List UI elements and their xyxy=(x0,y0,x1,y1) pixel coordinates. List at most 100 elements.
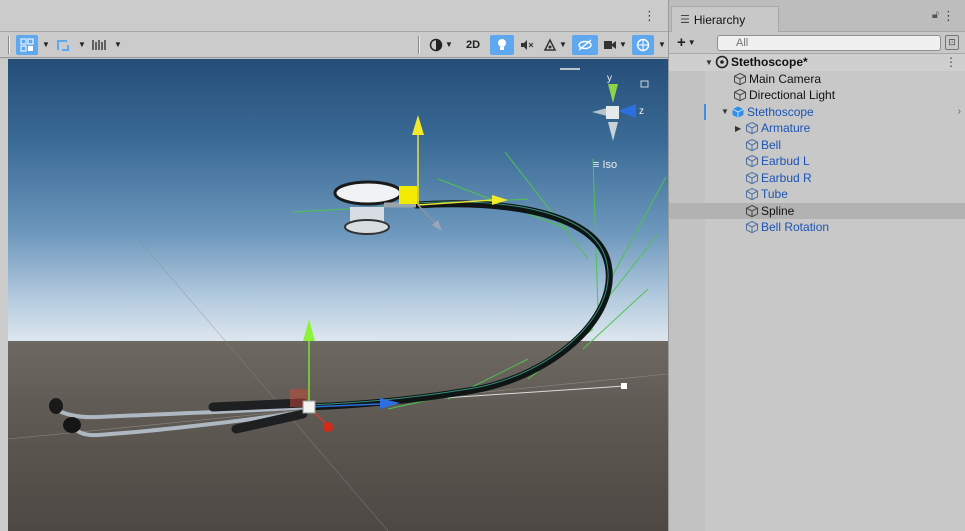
projection-label[interactable]: ≡ Iso xyxy=(593,159,617,171)
item-label: Earbud L xyxy=(761,154,810,169)
gameobject-icon xyxy=(746,188,758,201)
grid-button[interactable] xyxy=(88,35,110,55)
scene-objects-svg: y z xyxy=(8,68,668,531)
yoke-gizmo-y-arrow[interactable] xyxy=(303,319,315,341)
scene-row-more-icon[interactable]: ⋮ xyxy=(945,55,957,69)
view-tool-dropdown[interactable]: ▼ xyxy=(40,35,50,55)
item-label: Armature xyxy=(761,121,811,136)
speaker-mute-icon xyxy=(521,39,534,50)
effects-toggle[interactable]: ▼ xyxy=(540,35,570,55)
gizmo-z-cone[interactable] xyxy=(618,104,636,118)
camera-settings-button[interactable]: ▼ xyxy=(600,35,630,55)
item-label: Bell xyxy=(761,137,782,152)
list-icon: ☰ xyxy=(680,14,690,26)
earbud-right xyxy=(63,417,81,433)
collapse-arrow-icon[interactable]: ▼ xyxy=(721,107,731,116)
hierarchy-panel: ☰ Hierarchy 🔓︎ ⋮ +▼ ⚲ ⊡ ▼ Stethoscope* ⋮… xyxy=(668,0,965,531)
list-item[interactable]: Tube xyxy=(669,186,965,203)
hierarchy-toolbar: +▼ ⚲ ⊡ xyxy=(669,32,965,54)
search-input[interactable] xyxy=(717,35,941,51)
view-tool-button[interactable] xyxy=(16,34,38,55)
list-item[interactable]: Bell xyxy=(669,137,965,154)
gameobject-icon xyxy=(746,122,758,135)
toolbar-separator xyxy=(418,35,420,54)
list-item[interactable]: Main Camera xyxy=(669,71,965,88)
hierarchy-tree: ▼ Stethoscope* ⋮ Main Camera Directional… xyxy=(669,54,965,236)
audio-toggle[interactable] xyxy=(516,35,538,55)
add-object-icon[interactable]: + xyxy=(677,34,686,51)
scene-visibility-toggle[interactable] xyxy=(572,34,598,55)
unity-scene-icon xyxy=(715,55,729,69)
scene-toolbar: ▼ ▼ ▼ ▼ 2D ▼ ▼ ▼ xyxy=(0,32,668,58)
list-item[interactable]: Bell Rotation xyxy=(669,219,965,236)
shading-sphere-icon xyxy=(429,38,443,51)
snap-dropdown[interactable]: ▼ xyxy=(76,35,86,55)
prefab-icon xyxy=(732,106,744,118)
spline-handle-point[interactable] xyxy=(621,383,627,389)
camera-icon xyxy=(604,40,617,49)
item-label: Tube xyxy=(761,187,788,202)
expand-arrow-icon[interactable]: ▶ xyxy=(735,124,745,133)
scene-more-icon[interactable]: ⋮ xyxy=(643,8,656,24)
list-item[interactable]: Directional Light xyxy=(669,87,965,104)
gizmo-neg-x-cone[interactable] xyxy=(592,108,607,116)
gameobject-icon xyxy=(734,72,746,86)
add-object-dropdown-icon[interactable]: ▼ xyxy=(688,38,696,47)
lock-icon[interactable]: 🔓︎ xyxy=(932,9,939,22)
snap-button[interactable] xyxy=(52,35,74,55)
bell-diaphragm xyxy=(333,180,403,206)
gizmo-globe-icon xyxy=(636,38,650,51)
gizmos-dropdown[interactable]: ▼ xyxy=(656,35,666,55)
yoke-gizmo-x-handle[interactable] xyxy=(323,422,333,432)
filter-icon[interactable]: ⊡ xyxy=(945,35,959,50)
gizmo-y-cone[interactable] xyxy=(608,84,618,103)
yoke-gizmo-center[interactable] xyxy=(302,400,316,414)
gameobject-icon xyxy=(746,171,758,185)
scene-row[interactable]: ▼ Stethoscope* ⋮ xyxy=(669,54,965,71)
grid-line xyxy=(137,238,389,531)
gizmos-button[interactable] xyxy=(632,34,654,55)
bell-gizmo-y-arrow[interactable] xyxy=(412,115,424,135)
orientation-gizmo[interactable]: y z xyxy=(560,68,649,141)
list-item-selected[interactable]: Spline xyxy=(669,202,965,219)
tab-hierarchy-label: Hierarchy xyxy=(693,12,746,27)
gizmo-lock-icon[interactable] xyxy=(640,80,649,88)
hierarchy-more-icon[interactable]: ⋮ xyxy=(942,8,955,24)
yoke-sleeve-upper xyxy=(208,398,308,412)
item-label: Main Camera xyxy=(749,71,822,86)
hidden-eye-icon xyxy=(578,38,592,51)
gameobject-icon xyxy=(746,138,758,152)
hierarchy-tab-bar: ☰ Hierarchy 🔓︎ ⋮ xyxy=(669,0,965,32)
item-label: Earbud R xyxy=(761,170,812,185)
list-item[interactable]: ▶ Armature xyxy=(669,120,965,137)
collapse-arrow-icon[interactable]: ▼ xyxy=(705,58,715,67)
grid-dropdown[interactable]: ▼ xyxy=(112,35,122,55)
lighting-toggle[interactable] xyxy=(490,34,514,55)
item-label: Bell Rotation xyxy=(761,220,830,235)
list-item[interactable]: ▼ Stethoscope › xyxy=(669,104,965,121)
scene-name: Stethoscope* xyxy=(731,55,808,70)
gizmo-neg-y-cone[interactable] xyxy=(608,122,618,141)
scene-viewport[interactable]: y z ≡ Iso xyxy=(8,59,668,531)
bell-base xyxy=(344,219,390,235)
shading-mode-button[interactable]: ▼ xyxy=(426,35,456,55)
earbud-left xyxy=(49,398,63,414)
2d-mode-button[interactable]: 2D xyxy=(458,35,488,55)
tube-mesh xyxy=(304,200,613,411)
open-prefab-icon[interactable]: › xyxy=(958,106,961,117)
scene-tab-bar: ⋮ xyxy=(0,0,668,32)
gizmo-center-cube[interactable] xyxy=(606,106,619,119)
list-item[interactable]: Earbud L xyxy=(669,153,965,170)
projection-text: Iso xyxy=(602,159,618,171)
gizmo-z-label: z xyxy=(639,106,644,117)
item-label: Stethoscope xyxy=(747,104,814,119)
scene-view-panel: ⋮ ▼ ▼ ▼ ▼ 2D ▼ ▼ ▼ y z ≡ Iso xyxy=(0,0,668,531)
tab-hierarchy[interactable]: ☰ Hierarchy xyxy=(671,6,779,32)
gameobject-icon xyxy=(746,155,758,168)
bell-gizmo-center[interactable] xyxy=(399,186,417,204)
list-item[interactable]: Earbud R xyxy=(669,170,965,187)
scene-left-edge xyxy=(0,59,8,531)
light-bulb-icon xyxy=(498,38,506,50)
gameobject-icon xyxy=(746,204,758,218)
item-label: Directional Light xyxy=(749,88,836,103)
